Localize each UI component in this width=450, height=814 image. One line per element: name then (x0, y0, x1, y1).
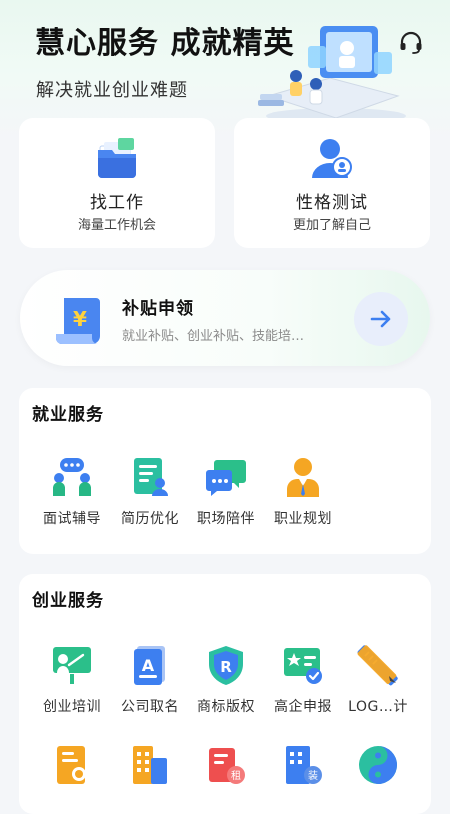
find-job-title: 找工作 (90, 193, 144, 213)
user-badge-icon (312, 139, 352, 178)
naming-book-icon: A (134, 646, 165, 685)
service-row2-item[interactable]: 租 (187, 744, 265, 786)
service-row2-item[interactable] (111, 744, 189, 786)
message-bubbles-icon (206, 460, 246, 496)
service-high-tech-application[interactable]: 高企申报 (264, 644, 342, 716)
service-label: 简历优化 (121, 511, 179, 527)
subsidy-banner[interactable]: ¥ 补贴申领 就业补贴、创业补贴、技能培… (20, 270, 430, 366)
subsidy-description: 就业补贴、创业补贴、技能培… (122, 329, 305, 344)
service-row2-item[interactable] (33, 744, 111, 786)
service-label: 公司取名 (121, 699, 179, 715)
arrow-right-icon (370, 310, 391, 328)
personality-test-card[interactable]: 性格测试 更加了解自己 (234, 118, 430, 248)
svg-text:租: 租 (231, 769, 241, 782)
service-company-naming[interactable]: A 公司取名 (111, 644, 189, 716)
service-label: 创业培训 (43, 699, 101, 715)
svg-text:A: A (142, 656, 155, 675)
find-job-subtitle: 海量工作机会 (77, 218, 156, 233)
personality-test-subtitle: 更加了解自己 (292, 218, 371, 233)
service-label: 职业规划 (274, 511, 332, 527)
service-label: 商标版权 (197, 699, 255, 715)
service-row2-item[interactable] (339, 744, 417, 786)
pencil-ruler-icon (357, 645, 398, 686)
decoration-building-icon: 装 (286, 746, 322, 784)
svg-text:R: R (220, 658, 232, 676)
page-subtitle: 解决就业创业难题 (36, 80, 188, 101)
service-startup-training[interactable]: 创业培训 (33, 644, 111, 716)
service-career-planning[interactable]: 职业规划 (264, 456, 342, 528)
service-trademark-copyright[interactable]: R 商标版权 (187, 644, 265, 716)
employment-services-title: 就业服务 (32, 405, 104, 425)
service-label: 面试辅导 (43, 511, 101, 527)
startup-services-section: 创业服务 创业培训 A 公司取名 R 商标版权 高企申报 LOG…计 租 装 (19, 574, 431, 814)
hero-illustration (258, 26, 406, 124)
service-label: 高企申报 (274, 699, 332, 715)
employment-services-section: 就业服务 面试辅导 简历优化 职场陪伴 职业规划 (19, 388, 431, 554)
service-interview-coaching[interactable]: 面试辅导 (33, 456, 111, 528)
company-card-icon (57, 746, 86, 784)
service-resume-optimize[interactable]: 简历优化 (111, 456, 189, 528)
service-label: LOG…计 (348, 699, 408, 715)
interview-chat-icon (53, 458, 91, 496)
svg-text:¥: ¥ (73, 307, 87, 331)
certificate-check-icon (284, 648, 322, 684)
service-label: 职场陪伴 (197, 511, 255, 527)
resume-icon (134, 458, 168, 496)
folder-briefcase-icon (98, 138, 136, 178)
yin-yang-icon (359, 746, 397, 784)
startup-services-title: 创业服务 (32, 591, 104, 611)
service-row2-item[interactable]: 装 (264, 744, 342, 786)
subsidy-title: 补贴申领 (122, 299, 194, 319)
trademark-shield-icon: R (209, 646, 243, 685)
rent-document-icon: 租 (209, 748, 245, 784)
headset-icon[interactable] (398, 30, 424, 56)
subsidy-go-button[interactable] (354, 292, 408, 346)
svg-text:装: 装 (308, 769, 318, 782)
professional-person-icon (287, 458, 319, 497)
training-board-icon (53, 647, 91, 684)
yuan-document-icon: ¥ (56, 298, 100, 344)
service-workplace-companion[interactable]: 职场陪伴 (187, 456, 265, 528)
office-building-icon (133, 746, 167, 784)
find-job-card[interactable]: 找工作 海量工作机会 (19, 118, 215, 248)
personality-test-title: 性格测试 (296, 193, 368, 213)
service-logo-design[interactable]: LOG…计 (339, 644, 417, 716)
